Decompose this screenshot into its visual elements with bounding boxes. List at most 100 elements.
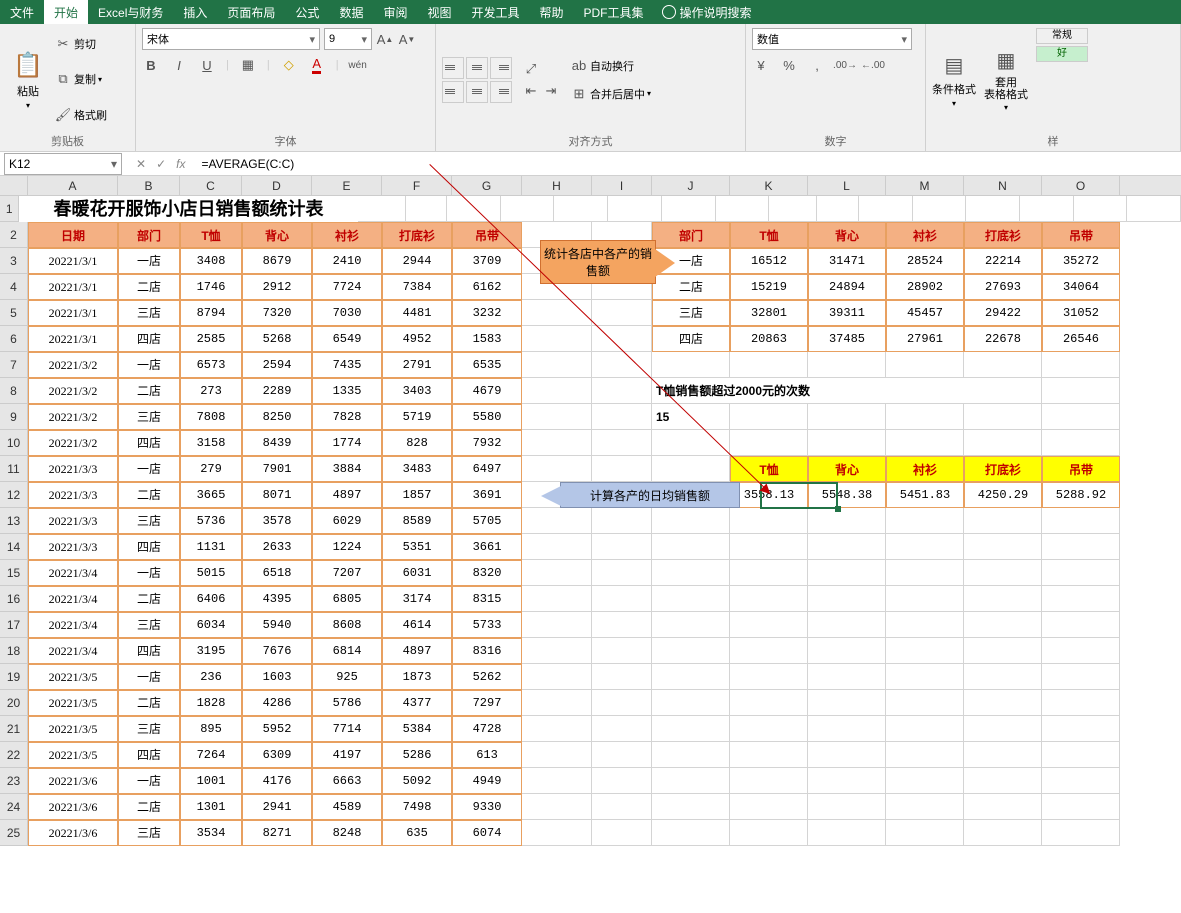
cell[interactable] <box>730 352 808 378</box>
cell[interactable] <box>964 352 1042 378</box>
cell[interactable] <box>859 196 913 222</box>
cell[interactable]: 6406 <box>180 586 242 612</box>
cell[interactable]: 6518 <box>242 560 312 586</box>
font-name-select[interactable]: 宋体 <box>142 28 320 50</box>
cell[interactable] <box>652 794 730 820</box>
cell[interactable] <box>886 690 964 716</box>
row-header[interactable]: 16 <box>0 586 28 612</box>
cell[interactable] <box>964 586 1042 612</box>
col-header[interactable]: E <box>312 176 382 195</box>
cell[interactable] <box>592 430 652 456</box>
cell[interactable]: 5351 <box>382 534 452 560</box>
col-header[interactable]: G <box>452 176 522 195</box>
cell[interactable]: 20221/3/4 <box>28 586 118 612</box>
cell[interactable] <box>808 742 886 768</box>
formula-input[interactable]: =AVERAGE(C:C) <box>195 153 1181 175</box>
cell[interactable]: 279 <box>180 456 242 482</box>
cell[interactable] <box>964 404 1042 430</box>
cell[interactable]: 22214 <box>964 248 1042 274</box>
cell[interactable] <box>554 196 608 222</box>
cell[interactable] <box>1127 196 1181 222</box>
cell[interactable]: 9330 <box>452 794 522 820</box>
cell[interactable] <box>592 508 652 534</box>
cell[interactable] <box>522 352 592 378</box>
cell[interactable]: T恤 <box>180 222 242 248</box>
cell[interactable] <box>652 742 730 768</box>
cell[interactable] <box>652 508 730 534</box>
cell[interactable] <box>592 612 652 638</box>
cell[interactable]: 5092 <box>382 768 452 794</box>
cell[interactable] <box>730 508 808 534</box>
cell[interactable] <box>964 612 1042 638</box>
cell[interactable] <box>886 508 964 534</box>
cell[interactable]: 925 <box>312 664 382 690</box>
cell[interactable] <box>964 716 1042 742</box>
cell[interactable]: 6497 <box>452 456 522 482</box>
cell[interactable]: 一店 <box>118 248 180 274</box>
wrap-text-button[interactable]: ab自动换行 <box>570 57 651 75</box>
cell[interactable]: 20221/3/1 <box>28 274 118 300</box>
cell[interactable]: 3483 <box>382 456 452 482</box>
italic-button[interactable]: I <box>170 56 188 74</box>
cell[interactable]: 三店 <box>118 300 180 326</box>
cell[interactable] <box>886 352 964 378</box>
cell[interactable] <box>652 716 730 742</box>
cell[interactable]: 衬衫 <box>312 222 382 248</box>
cell[interactable]: 35272 <box>1042 248 1120 274</box>
cell[interactable] <box>592 534 652 560</box>
col-header[interactable]: J <box>652 176 730 195</box>
cell[interactable]: 二店 <box>652 274 730 300</box>
cell[interactable]: 4250.29 <box>964 482 1042 508</box>
enter-formula-icon[interactable]: ✓ <box>156 157 166 171</box>
cell[interactable]: T恤 <box>730 222 808 248</box>
row-header[interactable]: 20 <box>0 690 28 716</box>
paste-button[interactable]: 📋 粘贴 ▾ <box>6 28 50 131</box>
cell[interactable] <box>808 560 886 586</box>
cell[interactable] <box>964 742 1042 768</box>
cell[interactable] <box>769 196 817 222</box>
cell[interactable] <box>730 794 808 820</box>
cell[interactable]: 四店 <box>652 326 730 352</box>
cell[interactable]: 8071 <box>242 482 312 508</box>
cell[interactable]: 二店 <box>118 274 180 300</box>
fx-icon[interactable]: fx <box>176 157 185 171</box>
cell[interactable] <box>808 352 886 378</box>
cell[interactable]: 20221/3/2 <box>28 430 118 456</box>
cell[interactable]: 7264 <box>180 742 242 768</box>
cell[interactable] <box>808 638 886 664</box>
cell[interactable]: 8320 <box>452 560 522 586</box>
cell[interactable]: 7498 <box>382 794 452 820</box>
cell[interactable]: 8439 <box>242 430 312 456</box>
cell[interactable]: 一店 <box>118 560 180 586</box>
cell[interactable] <box>592 560 652 586</box>
cell[interactable]: 二店 <box>118 378 180 404</box>
row-header[interactable]: 18 <box>0 638 28 664</box>
cell[interactable]: 1301 <box>180 794 242 820</box>
underline-button[interactable]: U <box>198 56 216 74</box>
cell[interactable]: 1335 <box>312 378 382 404</box>
cell[interactable]: 吊带 <box>1042 456 1120 482</box>
fill-color-button[interactable]: ◇ <box>280 56 298 74</box>
column-headers[interactable]: A B C D E F G H I J K L M N O <box>0 176 1181 196</box>
row-header[interactable]: 10 <box>0 430 28 456</box>
col-header[interactable]: C <box>180 176 242 195</box>
cell[interactable]: 37485 <box>808 326 886 352</box>
cell[interactable] <box>808 716 886 742</box>
cell[interactable]: 828 <box>382 430 452 456</box>
cell[interactable]: 20221/3/5 <box>28 664 118 690</box>
cell[interactable] <box>652 690 730 716</box>
cell[interactable]: 20221/3/1 <box>28 326 118 352</box>
cell[interactable]: 6029 <box>312 508 382 534</box>
accounting-button[interactable]: ¥ <box>752 56 770 74</box>
cell[interactable]: 7932 <box>452 430 522 456</box>
cell[interactable]: 4679 <box>452 378 522 404</box>
cell[interactable]: 3534 <box>180 820 242 846</box>
cell[interactable]: 6663 <box>312 768 382 794</box>
cell[interactable]: 四店 <box>118 534 180 560</box>
cell[interactable]: 2944 <box>382 248 452 274</box>
row-header[interactable]: 6 <box>0 326 28 352</box>
cell[interactable] <box>964 534 1042 560</box>
cell[interactable]: 26546 <box>1042 326 1120 352</box>
cell[interactable]: 5719 <box>382 404 452 430</box>
cell[interactable]: 衬衫 <box>886 222 964 248</box>
